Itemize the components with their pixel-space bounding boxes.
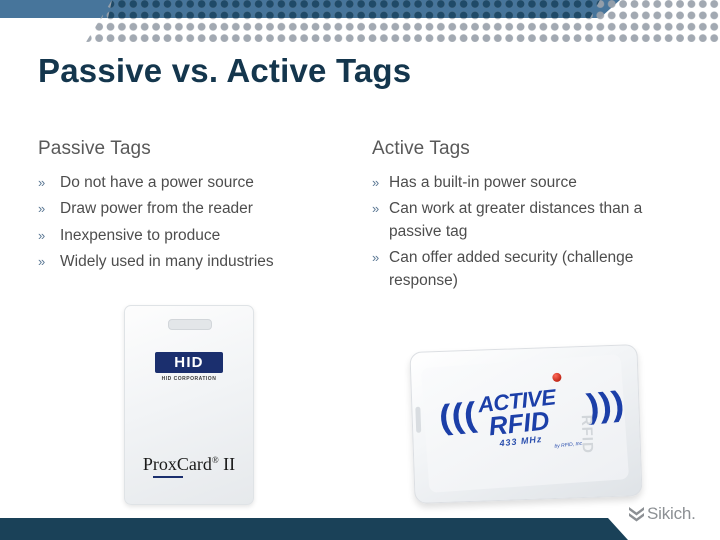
bullet-marker-icon: »: [372, 201, 380, 217]
list-item: » Do not have a power source: [38, 172, 368, 194]
list-item-text: Widely used in many industries: [60, 253, 274, 271]
hid-logo: HID HID CORPORATION: [155, 352, 223, 382]
bullet-marker-icon: »: [372, 250, 380, 266]
passive-column-heading: Passive Tags: [38, 138, 151, 159]
bullet-marker-icon: »: [372, 175, 380, 190]
list-item-text: Inexpensive to produce: [60, 226, 221, 244]
list-item: » Can offer added security (challenge re…: [372, 247, 692, 292]
list-item-text: Can offer added security (challenge resp…: [389, 249, 634, 289]
sikich-logo: Sikich.: [628, 504, 696, 524]
proxcard-product-name: ProxCard® II: [125, 454, 253, 475]
list-item-text: Can work at greater distances than a pas…: [389, 200, 643, 240]
tag-side-slot: [415, 406, 422, 433]
page-title: Passive vs. Active Tags: [38, 52, 412, 89]
sikich-wordmark-text: Sikich.: [647, 504, 696, 523]
active-tag-image: ((( ))) ACTIVE RFID 433 MHz by RFID, Inc…: [409, 344, 643, 504]
passive-tag-image: HID HID CORPORATION ProxCard® II: [124, 305, 254, 505]
hid-corporation-label: HID CORPORATION: [161, 376, 217, 382]
active-rfid-tag-body: ((( ))) ACTIVE RFID 433 MHz by RFID, Inc…: [409, 344, 643, 504]
registered-mark-icon: ®: [211, 455, 219, 465]
list-item: » Has a built-in power source: [372, 172, 692, 194]
proxcard-name-text: ProxCard: [142, 454, 212, 474]
active-tags-column: Active Tags » Has a built-in power sourc…: [372, 138, 692, 296]
active-bullet-list: » Has a built-in power source » Can work…: [372, 172, 692, 292]
active-column-heading: Active Tags: [372, 138, 470, 159]
bottom-blue-accent-bar: [0, 518, 628, 540]
hid-logo-text: HID: [155, 352, 223, 373]
list-item-text: Do not have a power source: [60, 174, 254, 191]
list-item: » Widely used in many industries: [38, 251, 368, 273]
hid-proxcard-badge: HID HID CORPORATION ProxCard® II: [124, 305, 254, 505]
bullet-marker-icon: »: [38, 201, 46, 217]
tag-side-rfid-label: RFID: [577, 414, 597, 455]
list-item: » Can work at greater distances than a p…: [372, 198, 692, 243]
bullet-marker-icon: »: [38, 254, 46, 270]
passive-bullet-list: » Do not have a power source » Draw powe…: [38, 172, 368, 274]
list-item-text: Has a built-in power source: [389, 174, 577, 191]
top-banner: [0, 0, 720, 42]
badge-slot: [168, 319, 212, 330]
sikich-chevron-mark-icon: [629, 506, 644, 521]
proxcard-underline-accent: [153, 476, 183, 478]
list-item-text: Draw power from the reader: [60, 200, 253, 218]
bullet-marker-icon: »: [38, 175, 46, 190]
passive-tags-column: Passive Tags » Do not have a power sourc…: [38, 138, 368, 278]
list-item: » Draw power from the reader: [38, 198, 368, 220]
bullet-marker-icon: »: [38, 227, 46, 243]
list-item: » Inexpensive to produce: [38, 225, 368, 247]
proxcard-version-text: II: [223, 454, 236, 474]
